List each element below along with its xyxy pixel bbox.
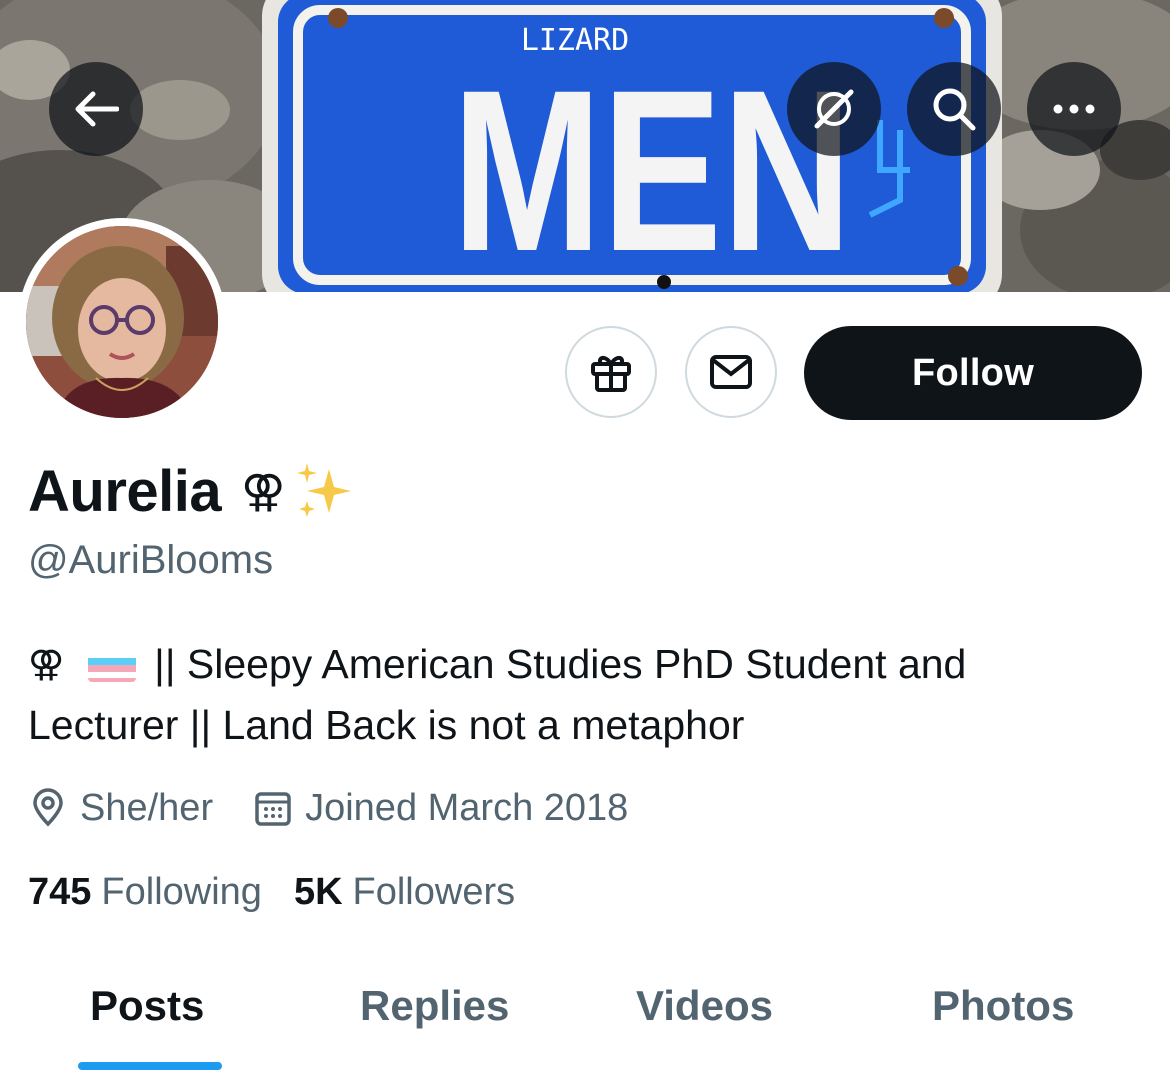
back-button[interactable] [49, 62, 143, 156]
location-item: She/her [28, 787, 213, 830]
profile-handle: @AuriBlooms [28, 538, 274, 582]
more-icon [1053, 104, 1095, 114]
gift-icon [591, 356, 631, 392]
tab-photos[interactable]: Photos [932, 982, 1074, 1030]
follow-button[interactable]: Follow [804, 326, 1142, 420]
search-icon [933, 88, 976, 131]
profile-bio: ⚢ || Sleepy American Studies PhD Student… [28, 634, 1148, 756]
calendar-icon [253, 788, 293, 828]
avatar-ring[interactable] [18, 218, 226, 426]
following-count: 745 [28, 870, 92, 913]
avatar-image [26, 226, 218, 418]
profile-meta: She/her Joined March 2018 [28, 780, 628, 836]
bio-line-2: Lecturer || Land Back is not a metaphor [28, 695, 1148, 756]
profile-tabs: Posts Replies Videos Photos [0, 962, 1170, 1070]
bio-line-1: ⚢ || Sleepy American Studies PhD Student… [28, 634, 1148, 695]
display-name: Aurelia [28, 458, 222, 524]
active-tab-indicator [78, 1062, 222, 1070]
lesbian-symbol-emoji: ⚢ [28, 644, 65, 685]
avatar[interactable] [26, 226, 218, 418]
joined-item: Joined March 2018 [253, 787, 628, 830]
tab-posts[interactable]: Posts [90, 982, 204, 1030]
profile-page: LIZARD MEN Follow Aurelia ⚢ @AuriBlooms … [0, 0, 1170, 1070]
bio-text-2: Lecturer || Land Back is not a metaphor [28, 702, 745, 748]
bio-text-1: || Sleepy American Studies PhD Student a… [154, 641, 967, 687]
sign-big-text: MEN [452, 42, 852, 292]
followers-count: 5K [293, 870, 343, 913]
following-label: Following [101, 870, 262, 913]
grok-icon [814, 89, 854, 129]
envelope-icon [710, 355, 752, 389]
arrow-left-icon [75, 91, 119, 127]
search-button[interactable] [907, 62, 1001, 156]
sparkles-emoji [297, 463, 352, 517]
display-name-row: Aurelia ⚢ [28, 456, 359, 526]
tab-replies[interactable]: Replies [360, 982, 509, 1030]
following-link[interactable]: 745 Following [28, 871, 262, 914]
followers-link[interactable]: 5K Followers [294, 871, 515, 914]
message-button[interactable] [685, 326, 777, 418]
joined-text: Joined March 2018 [305, 786, 629, 829]
grok-button[interactable] [787, 62, 881, 156]
lesbian-symbol-emoji: ⚢ [241, 465, 286, 517]
transgender-flag-emoji [88, 648, 137, 682]
follow-stats: 745 Following 5K Followers [28, 866, 515, 918]
location-text: She/her [80, 786, 214, 829]
tab-videos[interactable]: Videos [636, 982, 773, 1030]
more-button[interactable] [1027, 62, 1121, 156]
location-pin-icon [28, 788, 68, 828]
gift-button[interactable] [565, 326, 657, 418]
followers-label: Followers [352, 870, 516, 913]
